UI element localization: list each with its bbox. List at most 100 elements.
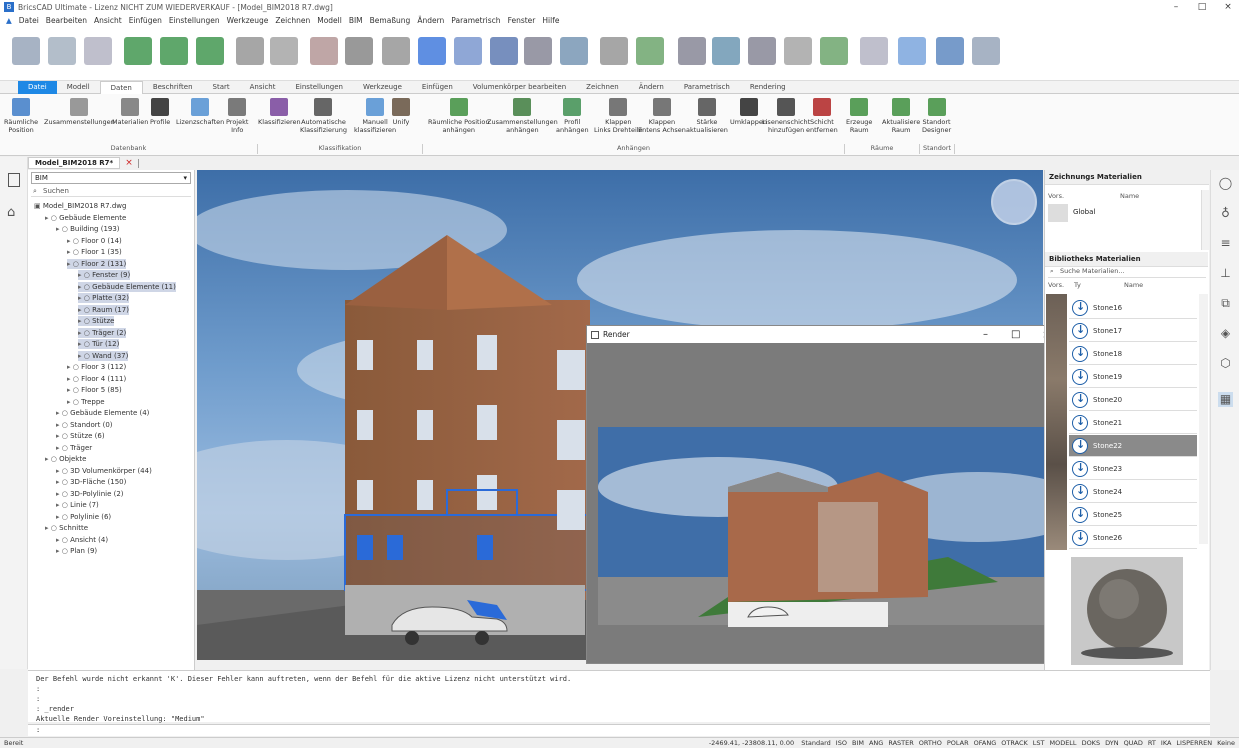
menu-item-13[interactable]: Hilfe <box>542 16 559 25</box>
tab-9[interactable]: Volumenkörper bearbeiten <box>463 81 576 94</box>
tree-node[interactable]: ▸ ○ Objekte <box>45 454 86 464</box>
maximize-button[interactable]: □ <box>1189 0 1215 14</box>
status-toggle-17[interactable]: Keine <box>1217 739 1235 747</box>
tree-node[interactable]: ▸ ○ Plan (9) <box>56 546 97 556</box>
status-toggle-9[interactable]: LST <box>1033 739 1045 747</box>
status-toggle-8[interactable]: OTRACK <box>1001 739 1027 747</box>
status-toggle-4[interactable]: RASTER <box>888 739 913 747</box>
download-icon[interactable] <box>1072 526 1088 548</box>
tree-node[interactable]: ▸ ○ 3D-Fläche (150) <box>56 477 126 487</box>
tab-3[interactable]: Beschriften <box>143 81 203 94</box>
status-toggle-5[interactable]: ORTHO <box>919 739 942 747</box>
drawing-material-global[interactable]: Global <box>1073 208 1095 216</box>
tree-node[interactable]: ▣ Model_BIM2018 R7.dwg <box>34 201 126 211</box>
toolbar-tool-icon[interactable] <box>12 37 40 65</box>
doc-tab-close-icon[interactable]: × <box>125 158 133 168</box>
new-tab-button[interactable] <box>137 158 139 168</box>
menu-item-9[interactable]: Bemaßung <box>370 16 411 25</box>
download-icon[interactable] <box>1072 411 1088 433</box>
toolbar-tool-icon[interactable] <box>160 37 188 65</box>
menu-icon[interactable]: ▲ <box>6 16 12 25</box>
download-icon[interactable] <box>1072 480 1088 502</box>
tree-node[interactable]: ▸ ○ Träger <box>56 443 92 453</box>
tree-node[interactable]: ▸ ○ Floor 2 (131) <box>67 258 127 269</box>
tree-node[interactable]: ▸ ○ Floor 5 (85) <box>67 385 122 395</box>
download-icon[interactable] <box>1072 388 1088 410</box>
toolbar-tool-icon[interactable] <box>490 37 518 65</box>
tab-1[interactable]: Modell <box>57 81 100 94</box>
tab-4[interactable]: Start <box>203 81 240 94</box>
tab-12[interactable]: Parametrisch <box>674 81 740 94</box>
drawing-scrollbar[interactable] <box>1201 190 1209 250</box>
ribbon-button-1[interactable]: Zusammenstellungen <box>44 98 115 126</box>
status-toggle-15[interactable]: IKA <box>1161 739 1172 747</box>
ribbon-button-21[interactable]: Standort Designer <box>922 98 951 134</box>
toolbar-tool-icon[interactable] <box>236 37 264 65</box>
tree-node[interactable]: ▸ ○ Floor 4 (111) <box>67 374 126 384</box>
layers-icon[interactable]: ≡ <box>1218 236 1233 251</box>
toolbar-tool-icon[interactable] <box>748 37 776 65</box>
tree-node[interactable]: ▸ ○ Gebäude Elemente <box>45 213 126 223</box>
home-icon[interactable]: ⌂ <box>7 205 15 220</box>
tree-node[interactable]: ▸ ○ 3D Volumenkörper (44) <box>56 466 152 476</box>
lightbulb-icon[interactable]: ◯ <box>1218 176 1233 191</box>
material-row[interactable]: Stone19 <box>1069 365 1197 388</box>
tab-13[interactable]: Rendering <box>740 81 796 94</box>
tree-node[interactable]: ▸ ○ Stütze (6) <box>56 431 105 441</box>
material-row[interactable]: Stone25 <box>1069 503 1197 526</box>
ribbon-button-6[interactable]: Klassifizieren <box>258 98 301 126</box>
render-window[interactable]: Render – □ × <box>586 325 1063 664</box>
cube-icon[interactable]: ⬡ <box>1218 356 1233 371</box>
download-icon[interactable] <box>1072 434 1088 456</box>
menu-item-2[interactable]: Ansicht <box>94 16 122 25</box>
toolbar-tool-icon[interactable] <box>124 37 152 65</box>
tree-node[interactable]: ▸ ○ Floor 1 (35) <box>67 247 122 257</box>
toolbar-tool-icon[interactable] <box>310 37 338 65</box>
menu-item-8[interactable]: BIM <box>349 16 363 25</box>
command-input[interactable]: : <box>28 724 1210 736</box>
toolbar-tool-icon[interactable] <box>454 37 482 65</box>
toolbar-tool-icon[interactable] <box>84 37 112 65</box>
toolbar-tool-icon[interactable] <box>678 37 706 65</box>
render-maximize-button[interactable]: □ <box>1011 329 1020 340</box>
tab-7[interactable]: Werkzeuge <box>353 81 412 94</box>
library-scrollbar[interactable] <box>1199 294 1208 544</box>
menu-item-4[interactable]: Einstellungen <box>169 16 220 25</box>
status-toggle-3[interactable]: ANG <box>869 739 883 747</box>
tree-node[interactable]: ▸ ○ Floor 3 (112) <box>67 362 126 372</box>
ribbon-button-20[interactable]: Aktualisiere Raum <box>882 98 920 134</box>
tree-node[interactable]: ▸ ○ Gebäude Elemente (4) <box>56 408 149 418</box>
ribbon-button-12[interactable]: Profil anhängen <box>556 98 589 134</box>
toolbar-tool-icon[interactable] <box>345 37 373 65</box>
material-row[interactable]: Stone20 <box>1069 388 1197 411</box>
ribbon-button-19[interactable]: Erzeuge Raum <box>846 98 872 134</box>
toolbar-tool-icon[interactable] <box>636 37 664 65</box>
stack-icon[interactable]: ◈ <box>1218 326 1233 341</box>
tab-10[interactable]: Zeichnen <box>576 81 629 94</box>
status-toggle-10[interactable]: MODELL <box>1049 739 1076 747</box>
toolbar-tool-icon[interactable] <box>560 37 588 65</box>
tree-node[interactable]: ▸ ○ 3D-Polylinie (2) <box>56 489 124 499</box>
toolbar-tool-icon[interactable] <box>936 37 964 65</box>
tab-8[interactable]: Einfügen <box>412 81 463 94</box>
toolbar-tool-icon[interactable] <box>860 37 888 65</box>
tree-node[interactable]: ▸ ○ Tür (12) <box>78 339 120 349</box>
toolbar-tool-icon[interactable] <box>524 37 552 65</box>
menu-item-7[interactable]: Modell <box>317 16 342 25</box>
ribbon-button-8[interactable]: Manuell klassifizieren <box>354 98 396 134</box>
ribbon-button-2[interactable]: Materialien <box>112 98 148 126</box>
material-row[interactable]: Stone23 <box>1069 457 1197 480</box>
tree-node[interactable]: ▸ ○ Polylinie (6) <box>56 512 111 522</box>
material-row[interactable]: Stone17 <box>1069 319 1197 342</box>
close-button[interactable]: × <box>1215 0 1239 14</box>
tree-node[interactable]: ▸ ○ Gebäude Elemente (11) <box>78 281 176 292</box>
toolbar-tool-icon[interactable] <box>712 37 740 65</box>
toolbar-tool-icon[interactable] <box>196 37 224 65</box>
download-icon[interactable] <box>1072 457 1088 479</box>
toolbar-tool-icon[interactable] <box>820 37 848 65</box>
status-toggle-11[interactable]: DOKS <box>1082 739 1101 747</box>
status-toggle-14[interactable]: RT <box>1148 739 1156 747</box>
menu-item-1[interactable]: Bearbeiten <box>46 16 87 25</box>
ribbon-button-9[interactable]: Unify <box>392 98 410 126</box>
tree-node[interactable]: ▸ ○ Floor 0 (14) <box>67 236 122 246</box>
